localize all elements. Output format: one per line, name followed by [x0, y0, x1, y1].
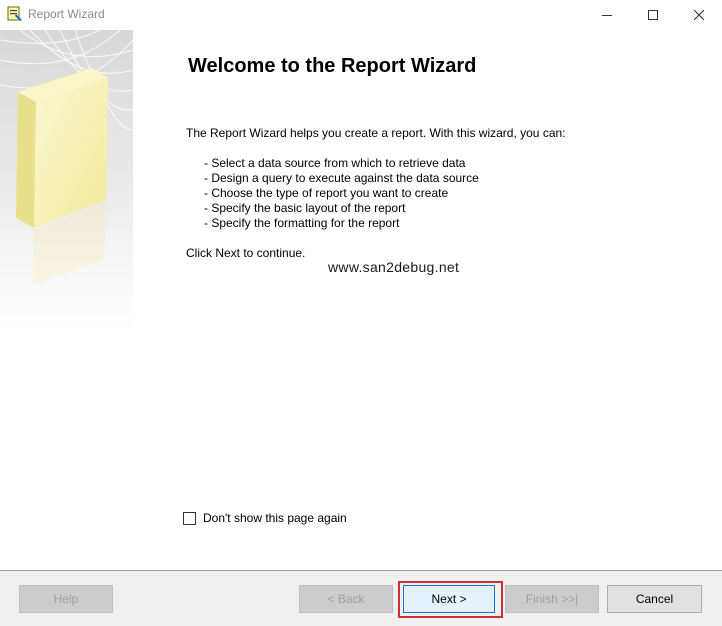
dont-show-option[interactable]: Don't show this page again [183, 510, 347, 526]
feature-list: - Select a data source from which to ret… [204, 156, 479, 231]
dont-show-label: Don't show this page again [203, 511, 347, 525]
help-button[interactable]: Help [19, 585, 113, 613]
list-item: - Select a data source from which to ret… [204, 156, 466, 170]
dont-show-checkbox[interactable] [183, 511, 196, 525]
wizard-banner-art [0, 30, 133, 285]
continue-text: Click Next to continue. [186, 246, 306, 260]
watermark-text: www.san2debug.net [328, 259, 460, 275]
list-item: - Design a query to execute against the … [204, 171, 479, 185]
cancel-button[interactable]: Cancel [607, 585, 702, 613]
title-bar: Report Wizard [0, 0, 722, 30]
intro-text: The Report Wizard helps you create a rep… [186, 126, 566, 140]
wizard-footer: Help < Back Next > Finish >>| Cancel [0, 570, 722, 626]
minimize-button[interactable] [584, 0, 630, 30]
page-title: Welcome to the Report Wizard [188, 55, 477, 77]
finish-button[interactable]: Finish >>| [505, 585, 599, 613]
list-item: - Specify the basic layout of the report [204, 201, 406, 215]
report-wizard-icon [7, 6, 23, 22]
close-icon [694, 10, 704, 20]
next-button[interactable]: Next > [403, 585, 495, 613]
wizard-side-banner [0, 30, 133, 332]
maximize-button[interactable] [630, 0, 676, 30]
list-item: - Specify the formatting for the report [204, 216, 400, 230]
list-item: - Choose the type of report you want to … [204, 186, 449, 200]
window-title: Report Wizard [28, 7, 105, 21]
back-button[interactable]: < Back [299, 585, 393, 613]
close-button[interactable] [676, 0, 722, 30]
